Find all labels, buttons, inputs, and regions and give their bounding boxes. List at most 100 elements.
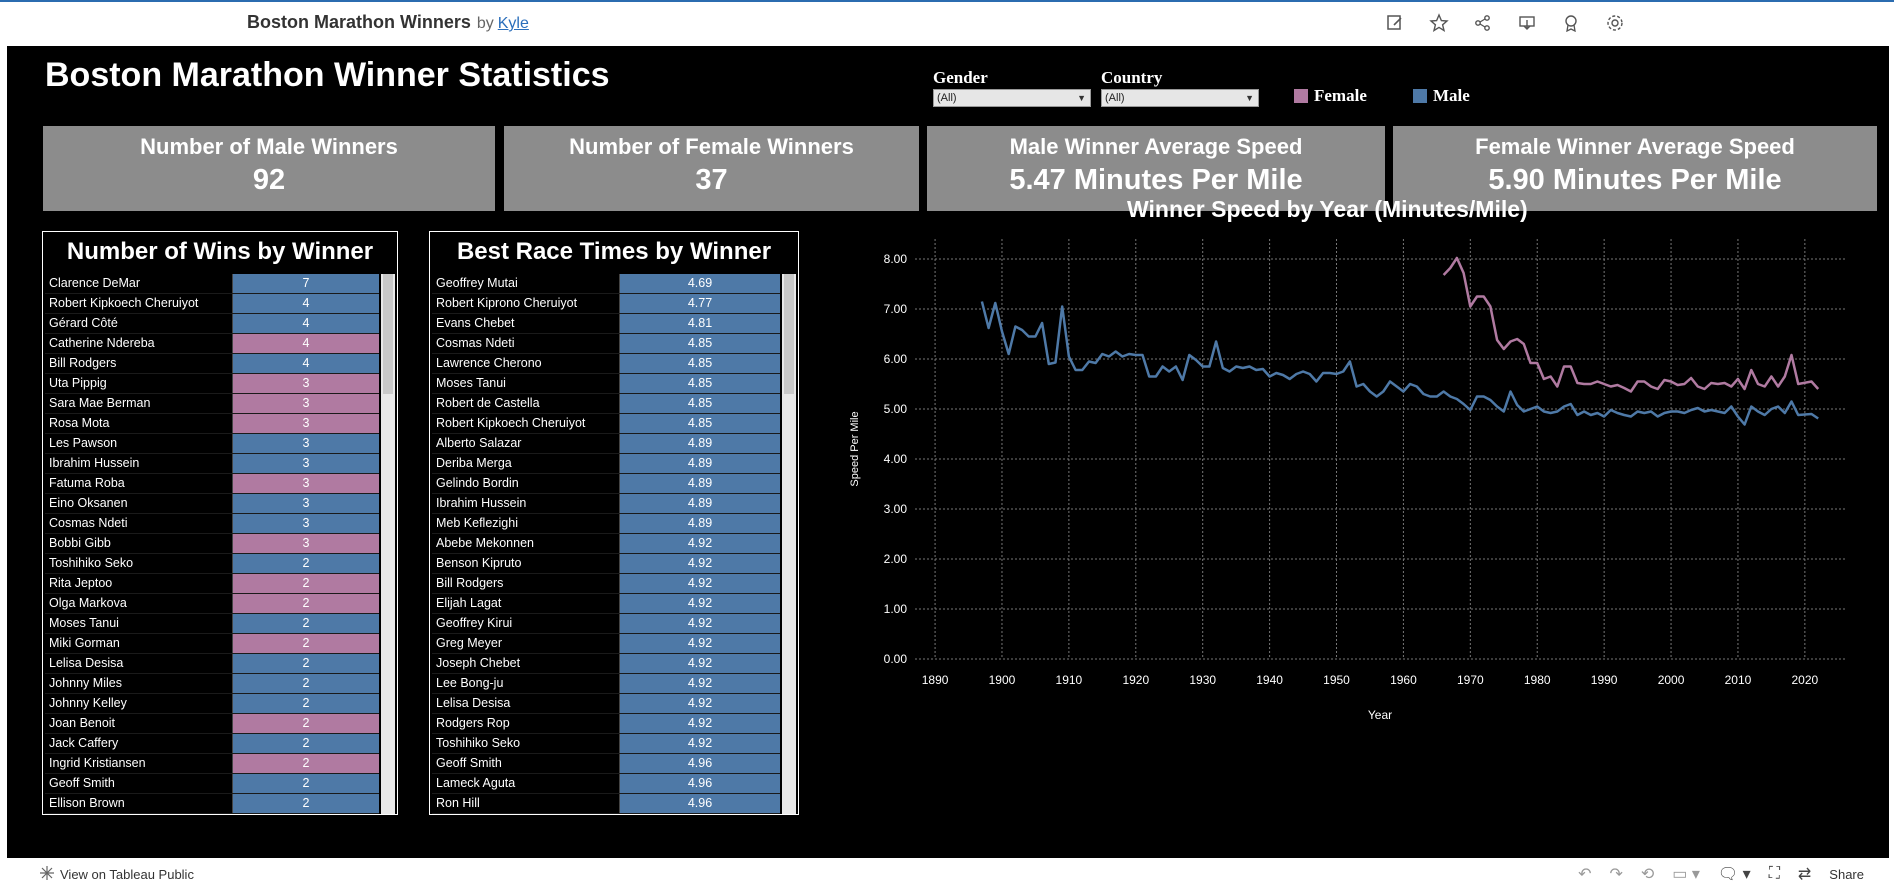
table-row[interactable]: Lelisa Desisa 2 xyxy=(45,654,379,674)
table-row[interactable]: Ellison Brown 2 xyxy=(45,794,379,814)
table-row[interactable]: Robert Kiprono Cheruiyot 4.77 xyxy=(432,294,780,314)
table-row[interactable]: Cosmas Ndeti 3 xyxy=(45,514,379,534)
view-on-tableau-link[interactable]: View on Tableau Public xyxy=(40,866,194,883)
table-row[interactable]: Olga Markova 2 xyxy=(45,594,379,614)
chevron-down-icon: ▼ xyxy=(1077,93,1086,103)
table-row[interactable]: Geoffrey Kirui 4.92 xyxy=(432,614,780,634)
table-row[interactable]: Rosa Mota 3 xyxy=(45,414,379,434)
table-row[interactable]: Lawrence Cherono 4.85 xyxy=(432,354,780,374)
table-row[interactable]: Toshihiko Seko 4.92 xyxy=(432,734,780,754)
table-row[interactable]: Les Pawson 3 xyxy=(45,434,379,454)
table-row[interactable]: Rodgers Rop 4.92 xyxy=(432,714,780,734)
table-row[interactable]: Geoff Smith 4.96 xyxy=(432,754,780,774)
table-row[interactable]: Lameck Aguta 4.96 xyxy=(432,774,780,794)
table-row[interactable]: Clarence DeMar 7 xyxy=(45,274,379,294)
winner-name: Abebe Mekonnen xyxy=(432,534,620,553)
scrollbar-thumb[interactable] xyxy=(784,274,794,394)
gender-filter-select[interactable]: (All) ▼ xyxy=(933,89,1091,107)
winner-name: Bobbi Gibb xyxy=(45,534,233,553)
winner-name: Johnny Kelley xyxy=(45,694,233,713)
table-row[interactable]: Abebe Mekonnen 4.92 xyxy=(432,534,780,554)
y-tick-label: 4.00 xyxy=(884,452,908,466)
undo-icon[interactable]: ↶ xyxy=(1578,864,1591,884)
table-row[interactable]: Geoff Smith 2 xyxy=(45,774,379,794)
redo-icon[interactable]: ↷ xyxy=(1609,864,1622,884)
fullscreen-icon[interactable]: ⛶ xyxy=(1769,865,1780,883)
share-bottom-icon[interactable]: ⇄ xyxy=(1798,864,1811,884)
table-row[interactable]: Joseph Chebet 4.92 xyxy=(432,654,780,674)
table-row[interactable]: Toshihiko Seko 2 xyxy=(45,554,379,574)
scrollbar-thumb[interactable] xyxy=(383,274,393,394)
table-row[interactable]: Moses Tanui 2 xyxy=(45,614,379,634)
wins-table-body[interactable]: Clarence DeMar 7 Robert Kipkoech Cheruiyot… xyxy=(45,274,379,814)
table-row[interactable]: Moses Tanui 4.85 xyxy=(432,374,780,394)
edit-icon[interactable] xyxy=(1384,12,1406,34)
winner-name: Cosmas Ndeti xyxy=(45,514,233,533)
download-icon[interactable] xyxy=(1516,12,1538,34)
chevron-down-icon: ▼ xyxy=(1245,93,1254,103)
table-row[interactable]: Ingrid Kristiansen 2 xyxy=(45,754,379,774)
table-row[interactable]: Sara Mae Berman 3 xyxy=(45,394,379,414)
table-row[interactable]: Lelisa Desisa 4.92 xyxy=(432,694,780,714)
table-row[interactable]: Gelindo Bordin 4.89 xyxy=(432,474,780,494)
kpi-label: Female Winner Average Speed xyxy=(1475,134,1795,159)
table-row[interactable]: Gérard Côté 4 xyxy=(45,314,379,334)
legend-male-swatch xyxy=(1413,89,1427,103)
value-cell: 3 xyxy=(233,534,379,553)
table-row[interactable]: Ibrahim Hussein 4.89 xyxy=(432,494,780,514)
bottom-bar: View on Tableau Public ↶ ↷ ⟲ ▭ ▾ 🗨 ▾ ⛶ ⇄… xyxy=(0,858,1894,891)
table-row[interactable]: Robert Kipkoech Cheruiyot 4 xyxy=(45,294,379,314)
table-row[interactable]: Robert Kipkoech Cheruiyot 4.85 xyxy=(432,414,780,434)
settings-gear-icon[interactable] xyxy=(1604,12,1626,34)
legend-female[interactable]: Female xyxy=(1294,86,1367,106)
table-row[interactable]: Jack Caffery 2 xyxy=(45,734,379,754)
speed-line-chart[interactable]: 0.00 1.00 2.00 3.00 4.00 5.00 6.00 7.00 8.00 1890… xyxy=(840,224,1870,804)
table-row[interactable]: Deriba Merga 4.89 xyxy=(432,454,780,474)
revert-icon[interactable]: ⟲ xyxy=(1641,864,1654,884)
table-row[interactable]: Cosmas Ndeti 4.85 xyxy=(432,334,780,354)
times-table-body[interactable]: Geoffrey Mutai 4.69 Robert Kiprono Cheruiy… xyxy=(432,274,780,814)
table-row[interactable]: Johnny Miles 2 xyxy=(45,674,379,694)
table-row[interactable]: Fatuma Roba 3 xyxy=(45,474,379,494)
value-cell: 4.92 xyxy=(620,674,780,693)
table-row[interactable]: Alberto Salazar 4.89 xyxy=(432,434,780,454)
times-table-scrollbar[interactable] xyxy=(782,274,796,814)
country-filter-select[interactable]: (All) ▼ xyxy=(1101,89,1259,107)
table-row[interactable]: Ibrahim Hussein 3 xyxy=(45,454,379,474)
table-row[interactable]: Bobbi Gibb 3 xyxy=(45,534,379,554)
table-row[interactable]: Bill Rodgers 4.92 xyxy=(432,574,780,594)
table-row[interactable]: Eino Oksanen 3 xyxy=(45,494,379,514)
pause-icon[interactable]: ▭ ▾ xyxy=(1672,864,1700,884)
x-tick-label: 1960 xyxy=(1390,673,1417,687)
table-row[interactable]: Uta Pippig 3 xyxy=(45,374,379,394)
table-row[interactable]: Greg Meyer 4.92 xyxy=(432,634,780,654)
table-row[interactable]: Benson Kipruto 4.92 xyxy=(432,554,780,574)
table-row[interactable]: Catherine Ndereba 4 xyxy=(45,334,379,354)
winner-name: Lameck Aguta xyxy=(432,774,620,793)
value-cell: 3 xyxy=(233,394,379,413)
badge-icon[interactable] xyxy=(1560,12,1582,34)
table-row[interactable]: Meb Keflezighi 4.89 xyxy=(432,514,780,534)
table-row[interactable]: Geoffrey Mutai 4.69 xyxy=(432,274,780,294)
table-row[interactable]: Ron Hill 4.96 xyxy=(432,794,780,814)
share-button[interactable]: Share xyxy=(1829,867,1864,882)
table-row[interactable]: Elijah Lagat 4.92 xyxy=(432,594,780,614)
table-row[interactable]: Evans Chebet 4.81 xyxy=(432,314,780,334)
share-icon[interactable] xyxy=(1472,12,1494,34)
value-cell: 4 xyxy=(233,314,379,333)
table-row[interactable]: Robert de Castella 4.85 xyxy=(432,394,780,414)
table-row[interactable]: Rita Jeptoo 2 xyxy=(45,574,379,594)
table-row[interactable]: Miki Gorman 2 xyxy=(45,634,379,654)
table-row[interactable]: Bill Rodgers 4 xyxy=(45,354,379,374)
legend-male[interactable]: Male xyxy=(1413,86,1470,106)
table-row[interactable]: Joan Benoit 2 xyxy=(45,714,379,734)
table-row[interactable]: Lee Bong-ju 4.92 xyxy=(432,674,780,694)
viz-title: Boston Marathon Winners by Kyle xyxy=(247,12,529,33)
winner-name: Olga Markova xyxy=(45,594,233,613)
author-link[interactable]: Kyle xyxy=(498,15,529,32)
favorite-star-icon[interactable] xyxy=(1428,12,1450,34)
table-row[interactable]: Johnny Kelley 2 xyxy=(45,694,379,714)
kpi-female-winners: Number of Female Winners 37 xyxy=(504,126,919,211)
wins-table-scrollbar[interactable] xyxy=(381,274,395,814)
comment-icon[interactable]: 🗨 ▾ xyxy=(1718,864,1751,884)
